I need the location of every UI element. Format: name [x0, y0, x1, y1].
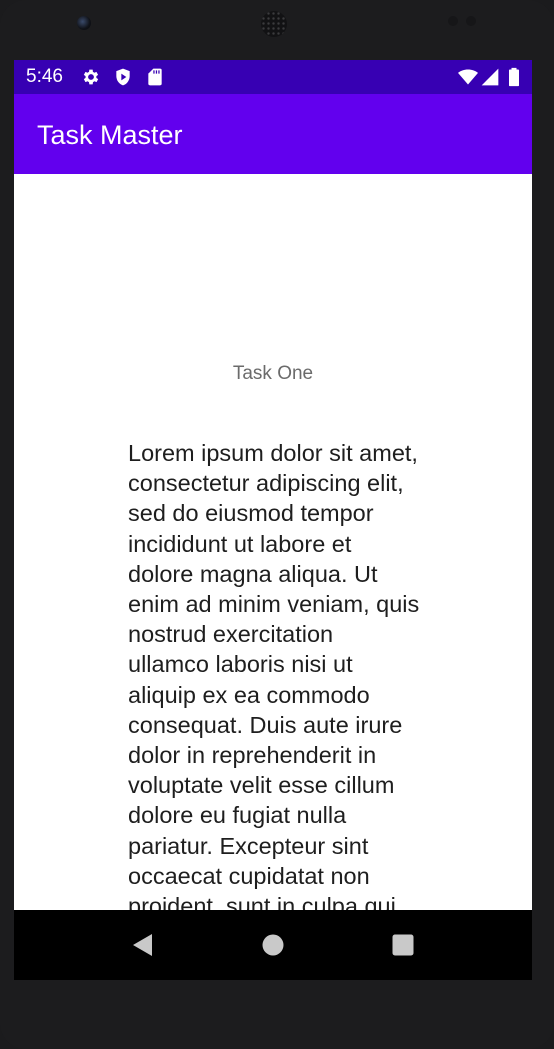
wifi-icon [458, 69, 478, 85]
cell-signal-icon [481, 68, 499, 86]
settings-gear-icon [83, 69, 99, 85]
app-bar: Task Master [14, 94, 532, 174]
battery-icon [509, 67, 519, 87]
phone-screen: 5:46 Task Master Task One Lorem ipsum do… [14, 60, 532, 980]
recents-icon[interactable] [390, 932, 416, 958]
shield-play-icon [116, 68, 130, 86]
phone-device-frame: 5:46 Task Master Task One Lorem ipsum do… [0, 0, 554, 1049]
back-icon[interactable] [130, 932, 156, 958]
status-time: 5:46 [26, 66, 63, 87]
task-detail-content[interactable]: Task One Lorem ipsum dolor sit amet, con… [14, 174, 532, 910]
navigation-bar [14, 910, 532, 980]
home-icon[interactable] [260, 932, 286, 958]
earpiece-speaker [261, 11, 287, 37]
proximity-sensors [448, 16, 482, 26]
sd-card-icon [148, 68, 162, 86]
task-title: Task One [232, 363, 314, 384]
front-camera [77, 16, 91, 30]
task-description: Lorem ipsum dolor sit amet, consectetur … [128, 440, 420, 910]
app-title: Task Master [37, 120, 183, 150]
status-bar: 5:46 [14, 60, 532, 94]
